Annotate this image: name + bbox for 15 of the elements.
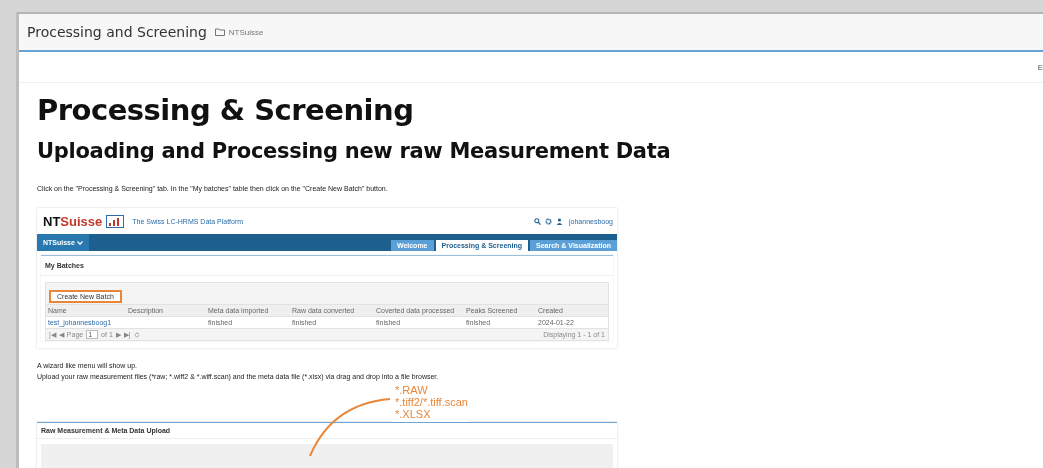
toolbar-button[interactable]: E: [1037, 62, 1043, 72]
settings-icon[interactable]: [545, 217, 552, 225]
file-type-label: *.XLSX: [395, 408, 432, 420]
bar-chart-icon: [106, 214, 125, 228]
folder-icon: [214, 28, 225, 36]
file-type-label: *.tiff2/*.tiff.scan: [395, 396, 468, 408]
section-heading: Uploading and Processing new raw Measurement Data: [37, 139, 672, 163]
caret-icon: [76, 240, 83, 245]
breadcrumb-link[interactable]: NTSuisse: [228, 27, 264, 37]
logo-text: NTSuisse: [43, 213, 103, 229]
page-title: Processing and Screening: [27, 24, 207, 40]
file-type-label: *.RAW: [395, 384, 429, 396]
page-heading: Processing & Screening: [37, 93, 415, 127]
user-icon[interactable]: [556, 217, 563, 225]
search-icon[interactable]: [534, 217, 541, 225]
